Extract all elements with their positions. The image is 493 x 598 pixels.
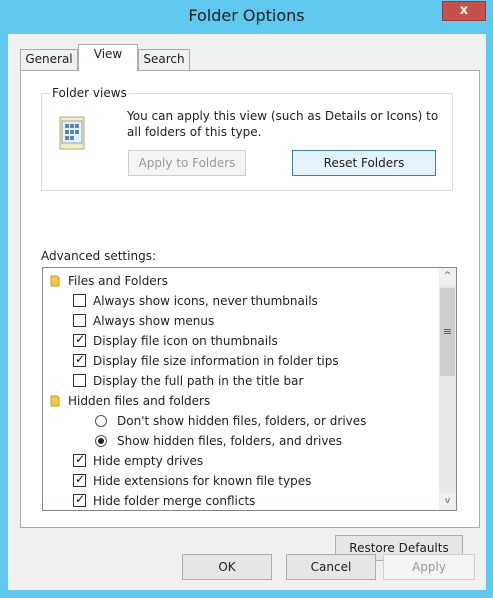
setting-label: Display file size information in folder … (93, 354, 339, 368)
tab-search[interactable]: Search (138, 49, 190, 70)
settings-group-folder: Hidden files and folders (43, 391, 439, 411)
radio-dot-icon (98, 438, 104, 444)
setting-label: Always show icons, never thumbnails (93, 294, 318, 308)
checkbox[interactable]: ✓ (73, 452, 86, 467)
radio-button[interactable] (95, 415, 107, 427)
checkmark-icon: ✓ (75, 492, 86, 506)
cancel-button[interactable]: Cancel (286, 554, 376, 580)
setting-radio-row[interactable]: Show hidden files, folders, and drives (43, 431, 439, 451)
ok-button[interactable]: OK (182, 554, 272, 580)
checkbox[interactable] (73, 294, 86, 307)
folder-views-description: You can apply this view (such as Details… (127, 109, 439, 139)
reset-folders-button[interactable]: Reset Folders (292, 150, 436, 176)
apply-button[interactable]: Apply (383, 554, 475, 580)
setting-label: Hide extensions for known file types (93, 474, 312, 488)
checkmark-icon: ✓ (75, 332, 86, 346)
setting-label: Display the full path in the title bar (93, 374, 304, 388)
tab-general[interactable]: General (20, 49, 78, 70)
checkmark-icon: ✓ (75, 352, 86, 366)
setting-checkbox-row[interactable]: ✓ Hide folder merge conflicts (43, 491, 439, 510)
setting-label: Files and Folders (68, 274, 168, 288)
setting-checkbox-row[interactable]: ✓ Hide empty drives (43, 451, 439, 471)
advanced-settings-label: Advanced settings: (41, 249, 156, 263)
dialog-client: General View Search Folder views You can… (8, 34, 486, 590)
view-tab-panel: Folder views You can apply this view (su… (20, 70, 480, 561)
setting-checkbox-row[interactable]: Display the full path in the title bar (43, 371, 439, 391)
radio-button[interactable] (95, 435, 107, 447)
checkbox[interactable]: ✓ (73, 332, 86, 347)
setting-label: Don't show hidden files, folders, or dri… (117, 414, 367, 428)
close-button[interactable]: x (442, 1, 486, 21)
close-icon[interactable]: x (460, 3, 468, 18)
checkbox[interactable]: ✓ (73, 352, 86, 367)
setting-radio-row[interactable]: Don't show hidden files, folders, or dri… (43, 411, 439, 431)
checkmark-icon: ✓ (75, 472, 86, 486)
scroll-thumb[interactable]: ≡ (440, 288, 455, 376)
checkmark-icon: ✓ (75, 452, 86, 466)
setting-label: Display file icon on thumbnails (93, 334, 278, 348)
checkbox[interactable]: ✓ (73, 472, 86, 487)
setting-label: Hidden files and folders (68, 394, 211, 408)
folder-views-icon (59, 116, 85, 150)
title-bar[interactable]: Folder Options x (0, 0, 493, 34)
setting-checkbox-row[interactable]: Always show menus (43, 311, 439, 331)
folder-views-group: Folder views You can apply this view (su… (41, 86, 453, 191)
window-title: Folder Options (188, 6, 305, 25)
scrollbar[interactable]: ^ ≡ v (439, 268, 456, 510)
setting-label: Hide folder merge conflicts (93, 494, 256, 508)
advanced-settings-list[interactable]: Files and Folders Always show icons, neve… (42, 267, 457, 511)
setting-label: Show hidden files, folders, and drives (117, 434, 343, 448)
setting-label: Always show menus (93, 314, 215, 328)
setting-checkbox-row[interactable]: ✓ Hide extensions for known file types (43, 471, 439, 491)
folder-icon (50, 395, 60, 407)
setting-checkbox-row[interactable]: ✓ Display file icon on thumbnails (43, 331, 439, 351)
checkbox[interactable] (73, 314, 86, 327)
setting-checkbox-row[interactable]: Always show icons, never thumbnails (43, 291, 439, 311)
folder-icon (50, 275, 60, 287)
scroll-down-icon[interactable]: v (439, 493, 456, 510)
scroll-up-icon[interactable]: ^ (439, 268, 456, 285)
settings-group-folder: Files and Folders (43, 271, 439, 291)
folder-views-legend: Folder views (50, 86, 129, 100)
setting-checkbox-row[interactable]: ✓ Display file size information in folder… (43, 351, 439, 371)
setting-label: Hide empty drives (93, 454, 204, 468)
apply-to-folders-button[interactable]: Apply to Folders (128, 150, 246, 176)
tab-view[interactable]: View (78, 44, 138, 71)
checkbox[interactable]: ✓ (73, 492, 86, 507)
checkbox[interactable] (73, 374, 86, 387)
folder-options-window: Folder Options x General View Search Fol… (0, 0, 493, 598)
